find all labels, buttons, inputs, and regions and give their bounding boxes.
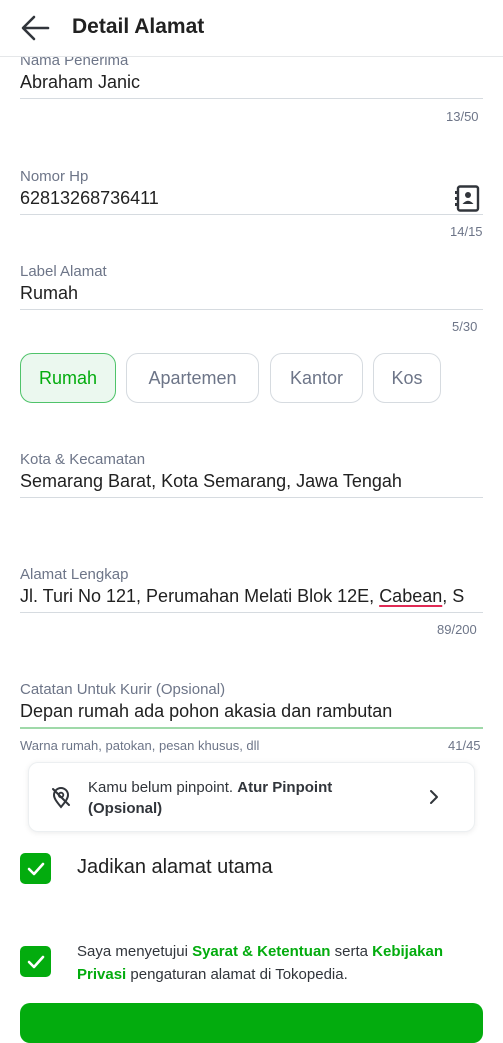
address-label-input[interactable]: Rumah <box>20 283 483 304</box>
check-icon <box>27 955 44 968</box>
recipient-name-underline <box>20 98 483 99</box>
agreement-text-1: Saya menyetujui <box>77 943 193 960</box>
full-address-underline <box>20 612 483 613</box>
contact-book-icon[interactable] <box>455 185 481 212</box>
phone-field[interactable]: Nomor Hp 62813268736411 <box>20 168 483 215</box>
pinpoint-text: Kamu belum pinpoint. Atur Pinpoint (Opsi… <box>88 777 408 819</box>
full-address-input[interactable]: Jl. Turi No 121, Perumahan Melati Blok 1… <box>20 586 483 607</box>
address-label-underline <box>20 309 483 310</box>
agreement-text-3: pengaturan alamat di Tokopedia. <box>126 966 348 983</box>
page-title: Detail Alamat <box>72 15 205 38</box>
phone-counter: 14/15 <box>450 224 483 239</box>
phone-label: Nomor Hp <box>20 168 89 185</box>
full-address-field[interactable]: Alamat Lengkap Jl. Turi No 121, Perumaha… <box>20 566 483 613</box>
courier-note-input[interactable]: Depan rumah ada pohon akasia dan rambuta… <box>20 701 483 722</box>
address-label-counter: 5/30 <box>452 319 478 334</box>
main-address-checkbox[interactable] <box>20 853 51 884</box>
full-address-label: Alamat Lengkap <box>20 566 129 583</box>
courier-note-helper: Warna rumah, patokan, pesan khusus, dll <box>20 738 260 753</box>
full-address-misspelled: Cabean <box>379 586 443 606</box>
pinpoint-status: Kamu belum pinpoint. <box>88 779 234 796</box>
full-address-text-1: Jl. Turi No 121, Perumahan Melati Blok 1… <box>20 586 380 606</box>
location-off-icon <box>52 787 70 809</box>
recipient-name-counter: 13/50 <box>446 109 479 124</box>
main-address-label: Jadikan alamat utama <box>77 856 273 878</box>
city-field[interactable]: Kota & Kecamatan Semarang Barat, Kota Se… <box>20 451 483 498</box>
address-label-label: Label Alamat <box>20 263 107 280</box>
pinpoint-card[interactable]: Kamu belum pinpoint. Atur Pinpoint (Opsi… <box>28 762 475 832</box>
city-underline <box>20 497 483 498</box>
app-header: Detail Alamat <box>0 0 503 57</box>
chip-kantor[interactable]: Kantor <box>270 353 363 403</box>
chevron-right-icon <box>430 790 438 804</box>
courier-note-label: Catatan Untuk Kurir (Opsional) <box>20 681 226 698</box>
chip-rumah[interactable]: Rumah <box>20 353 116 403</box>
agreement-text: Saya menyetujui Syarat & Ketentuan serta… <box>77 940 477 986</box>
full-address-counter: 89/200 <box>437 622 477 637</box>
courier-note-field[interactable]: Catatan Untuk Kurir (Opsional) Depan rum… <box>20 681 483 729</box>
courier-note-underline <box>20 727 483 729</box>
recipient-name-field[interactable]: Nama Penerima Abraham Janic <box>20 52 483 99</box>
address-label-field[interactable]: Label Alamat Rumah <box>20 263 483 310</box>
save-button[interactable] <box>20 1003 483 1043</box>
agreement-text-2: serta <box>330 943 373 960</box>
check-icon <box>27 862 44 875</box>
city-label: Kota & Kecamatan <box>20 451 146 468</box>
chip-apartemen[interactable]: Apartemen <box>126 353 259 403</box>
city-input[interactable]: Semarang Barat, Kota Semarang, Jawa Teng… <box>20 471 483 492</box>
courier-note-counter: 41/45 <box>448 738 481 753</box>
arrow-left-icon[interactable] <box>20 14 50 42</box>
chip-kos[interactable]: Kos <box>373 353 441 403</box>
terms-link[interactable]: Syarat & Ketentuan <box>192 943 330 960</box>
full-address-text-3: , S <box>442 586 465 606</box>
phone-underline <box>20 214 483 215</box>
phone-input[interactable]: 62813268736411 <box>20 188 483 209</box>
recipient-name-input[interactable]: Abraham Janic <box>20 72 483 93</box>
agreement-checkbox[interactable] <box>20 946 51 977</box>
